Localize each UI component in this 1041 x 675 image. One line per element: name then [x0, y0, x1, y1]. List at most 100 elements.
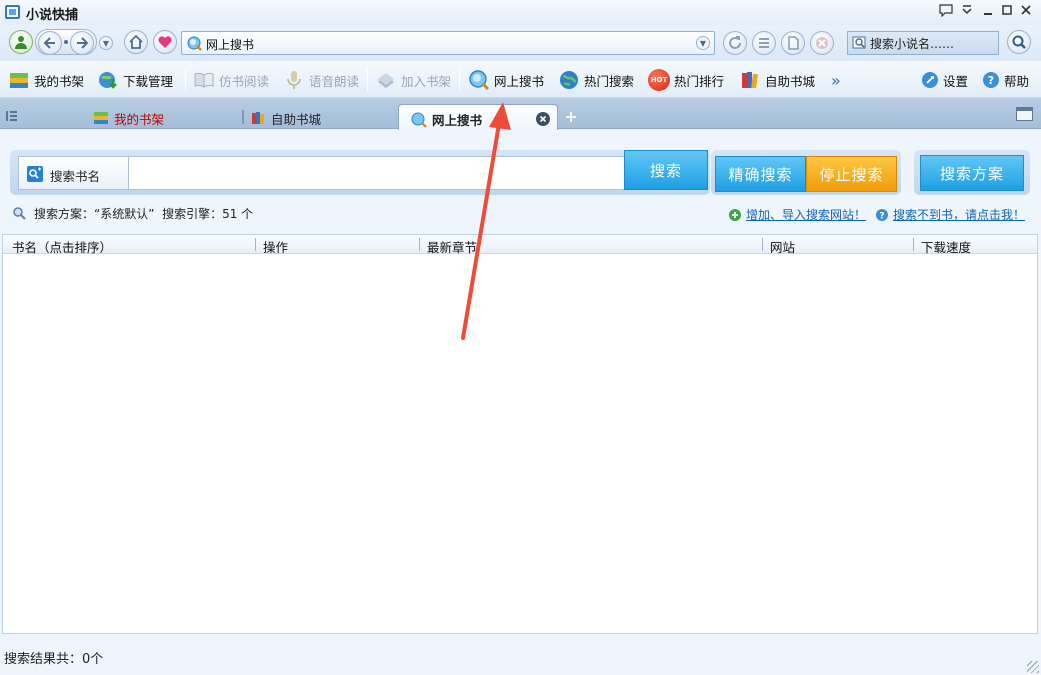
exact-search-button[interactable]: 精确搜索: [715, 156, 806, 192]
search-panel: 搜索书名 搜索: [10, 150, 710, 195]
result-count-text: 搜索结果共：0个: [4, 652, 104, 667]
new-page-button[interactable]: [781, 31, 805, 55]
toolbar-hot-ranking[interactable]: HOT 热门排行: [648, 68, 724, 92]
status-bar: 搜索结果共：0个: [0, 641, 1041, 675]
book-name-input[interactable]: [129, 157, 633, 189]
column-header-website[interactable]: 网站: [770, 237, 795, 256]
toolbar-divider: [367, 69, 368, 91]
search-scheme-button[interactable]: 搜索方案: [920, 155, 1024, 191]
toolbar-label: 热门排行: [674, 73, 725, 89]
column-divider[interactable]: [762, 238, 763, 251]
close-button[interactable]: [1017, 4, 1035, 21]
column-divider[interactable]: [419, 238, 420, 251]
toolbar-help[interactable]: ? 帮助: [982, 68, 1029, 92]
results-table: 书名（点击排序） 操作 最新章节 网站 下载速度: [2, 234, 1038, 634]
toolbar-label: 我的书架: [34, 73, 85, 89]
toolbar-label: 加入书架: [401, 73, 452, 89]
toolbar-self-service-store[interactable]: 自助书城: [739, 68, 815, 92]
search-button[interactable]: 搜索: [624, 150, 708, 190]
back-button[interactable]: [38, 31, 62, 55]
hot-badge-icon: HOT: [648, 69, 670, 91]
home-button[interactable]: [124, 30, 148, 54]
tab-layout-icon[interactable]: [1016, 107, 1033, 121]
history-dot-icon: [64, 40, 68, 44]
search-go-button[interactable]: [1007, 30, 1031, 54]
history-dropdown-button[interactable]: ▼: [99, 36, 113, 50]
books-icon: [252, 112, 264, 124]
bookshelf-icon: [8, 69, 30, 91]
quick-search-box[interactable]: [847, 31, 999, 55]
svg-text:?: ?: [879, 211, 884, 221]
column-header-download-speed[interactable]: 下载速度: [921, 237, 971, 256]
search-field-label: 搜索书名: [50, 169, 101, 184]
quick-search-input[interactable]: [870, 35, 996, 52]
toolbar-label: 自助书城: [765, 73, 816, 89]
column-header-book-name[interactable]: 书名（点击排序）: [12, 237, 112, 256]
search-scheme-info: 搜索方案：“系统默认” 搜索引擎：51 个: [12, 204, 253, 222]
navigation-bar: ▼ 网上搜书 ▼: [0, 25, 1041, 61]
new-tab-plus-icon[interactable]: [565, 111, 577, 123]
column-header-latest-chapter[interactable]: 最新章节: [427, 237, 477, 256]
toolbar-settings[interactable]: 设置: [921, 68, 968, 92]
download-globe-icon: [97, 69, 119, 91]
not-found-link-wrap: ? 搜索不到书，请点击我！: [875, 206, 1025, 223]
search-field-label-box: 搜索书名: [18, 156, 128, 190]
book-name-input-box[interactable]: [128, 156, 634, 190]
microphone-icon: [283, 69, 305, 91]
toolbar-label: 语音朗读: [309, 73, 360, 89]
tab-online-search[interactable]: 网上搜书: [398, 104, 558, 130]
feedback-icon[interactable]: [937, 4, 955, 21]
tab-label: 自助书城: [271, 111, 322, 127]
toolbar-hot-search[interactable]: 热门搜索: [558, 68, 634, 92]
list-view-button[interactable]: [752, 31, 776, 55]
user-account-button[interactable]: [9, 30, 33, 54]
minimize-button[interactable]: [979, 4, 997, 21]
table-body[interactable]: [3, 255, 1037, 633]
stop-search-button[interactable]: 停止搜索: [806, 156, 897, 192]
add-site-link-wrap: 增加、导入搜索网站！: [728, 206, 866, 223]
toolbar-label: 仿书阅读: [219, 73, 270, 89]
column-divider[interactable]: [913, 238, 914, 251]
refresh-button[interactable]: [723, 31, 747, 55]
tab-self-service-store[interactable]: 自助书城: [251, 107, 321, 129]
toolbar-download-manager[interactable]: 下载管理: [97, 68, 173, 92]
toolbar-label: 网上搜书: [494, 73, 545, 89]
column-header-action[interactable]: 操作: [263, 237, 288, 256]
favorite-button[interactable]: [153, 30, 177, 54]
toolbar-voice-reading[interactable]: 语音朗读: [283, 68, 359, 92]
maximize-button[interactable]: [998, 4, 1016, 21]
not-found-link[interactable]: 搜索不到书，请点击我！: [893, 206, 1025, 223]
tab-my-bookshelf[interactable]: 我的书架: [93, 107, 164, 129]
toolbar-online-search[interactable]: 网上搜书: [468, 68, 544, 92]
stop-button[interactable]: [810, 31, 834, 55]
search-user-icon: [27, 166, 43, 182]
resize-grip-icon[interactable]: [1027, 661, 1039, 673]
help-question-icon: ?: [982, 71, 1000, 89]
svg-text:?: ?: [988, 74, 994, 87]
bookshelf-icon: [94, 112, 108, 124]
globe-search-icon: [468, 69, 490, 91]
tab-list-icon[interactable]: [6, 110, 18, 122]
add-site-link[interactable]: 增加、导入搜索网站！: [746, 206, 866, 223]
toolbar-label: 设置: [943, 73, 969, 89]
toolbar-my-bookshelf[interactable]: 我的书架: [8, 68, 84, 92]
title-bar: 小说快捕: [0, 0, 1041, 25]
column-divider[interactable]: [255, 238, 256, 251]
menu-dropdown-icon[interactable]: [958, 4, 976, 21]
address-dropdown-icon[interactable]: ▼: [696, 36, 710, 50]
toolbar-book-reading[interactable]: 仿书阅读: [193, 68, 269, 92]
earth-icon: [558, 69, 580, 91]
toolbar-divider: [185, 69, 186, 91]
toolbar-more-button[interactable]: »: [831, 68, 841, 92]
scheme-button-wrap: 搜索方案: [914, 150, 1030, 195]
settings-gear-icon: [921, 71, 939, 89]
forward-button[interactable]: [70, 31, 94, 55]
tab-divider: [242, 110, 244, 124]
tab-close-icon[interactable]: [536, 112, 550, 126]
toolbar-add-to-shelf[interactable]: 加入书架: [375, 68, 451, 92]
tab-label: 我的书架: [114, 111, 165, 127]
tab-bar: 我的书架 自助书城 网上搜书: [0, 98, 1041, 130]
main-toolbar: 我的书架 下载管理 仿书阅读 语音朗读 加入书架 网上搜书 热门搜索 HOT 热…: [0, 61, 1041, 98]
add-book-icon: [375, 69, 397, 91]
address-bar[interactable]: 网上搜书 ▼: [181, 31, 715, 55]
